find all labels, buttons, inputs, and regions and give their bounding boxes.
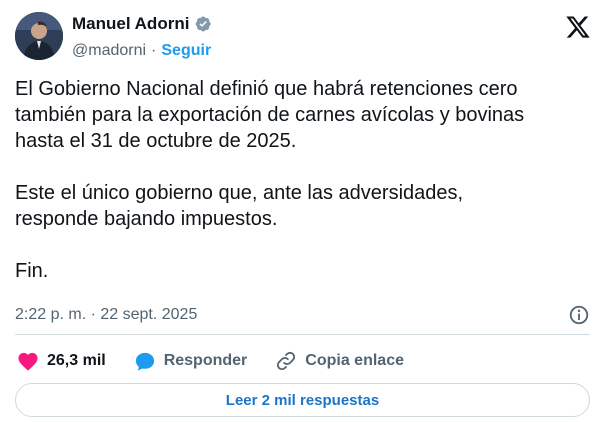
author-name-row: Manuel Adorni (72, 13, 212, 35)
author-handle[interactable]: @madorni (72, 42, 146, 60)
avatar-photo (15, 12, 63, 60)
reply-bubble-icon (135, 352, 154, 371)
copy-link-button[interactable]: Copia enlace (275, 350, 404, 372)
separator-dot: · (151, 42, 157, 59)
avatar[interactable] (15, 12, 63, 60)
action-bar: 26,3 mil Responder Copia enlace (17, 349, 432, 373)
reply-button[interactable]: Responder (134, 351, 248, 372)
tweet-text: El Gobierno Nacional definió que habrá r… (15, 78, 525, 282)
heart-icon (18, 352, 38, 371)
reply-label: Responder (163, 352, 248, 369)
link-icon (277, 351, 296, 371)
read-replies-button[interactable]: Leer 2 mil respuestas (15, 383, 590, 417)
tweet-card: Manuel Adorni @madorni · Seguir El Gobie… (0, 0, 600, 422)
x-logo-icon[interactable] (564, 14, 592, 40)
verified-badge-icon (196, 16, 212, 32)
tweet-timestamp[interactable]: 2:22 p. m. · 22 sept. 2025 (15, 306, 197, 326)
author-handle-row: @madorni · Seguir (72, 41, 211, 61)
author-name[interactable]: Manuel Adorni (72, 14, 189, 34)
follow-button[interactable]: Seguir (161, 42, 211, 60)
copy-link-label: Copia enlace (305, 352, 404, 369)
info-icon[interactable] (568, 304, 590, 326)
like-button[interactable]: 26,3 mil (17, 351, 106, 371)
divider (15, 334, 590, 335)
like-count: 26,3 mil (47, 352, 106, 369)
